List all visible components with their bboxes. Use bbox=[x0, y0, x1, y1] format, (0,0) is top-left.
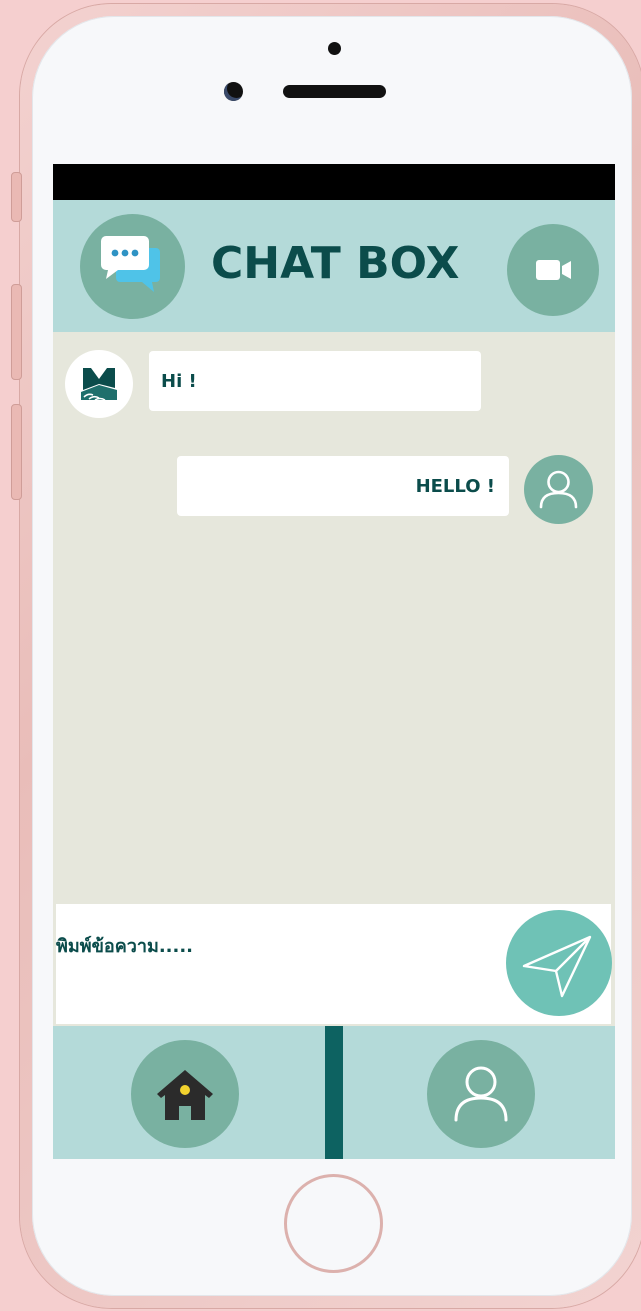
volume-down-button bbox=[11, 404, 22, 500]
volume-up-button bbox=[11, 284, 22, 380]
user-avatar bbox=[524, 455, 593, 524]
nav-profile-button[interactable] bbox=[427, 1040, 535, 1148]
outgoing-message-text: HELLO ! bbox=[415, 476, 495, 497]
home-icon bbox=[157, 1070, 213, 1120]
profile-icon bbox=[454, 1066, 508, 1122]
status-bar bbox=[53, 164, 615, 200]
app-screen: CHAT BOX Hi ! HELLO ! bbox=[53, 164, 615, 1159]
send-icon bbox=[522, 935, 592, 998]
video-call-button[interactable] bbox=[507, 224, 599, 316]
video-camera-icon bbox=[536, 260, 571, 280]
user-icon bbox=[539, 470, 578, 509]
incoming-message-text: Hi ! bbox=[161, 371, 197, 392]
chat-header: CHAT BOX bbox=[53, 200, 615, 332]
nav-divider bbox=[325, 1026, 343, 1159]
app-title: CHAT BOX bbox=[211, 238, 460, 289]
earpiece-speaker bbox=[283, 85, 386, 98]
nav-home-button[interactable] bbox=[131, 1040, 239, 1148]
chat-logo bbox=[80, 214, 185, 319]
mute-switch bbox=[11, 172, 22, 222]
bot-logo-icon bbox=[81, 368, 117, 401]
message-input[interactable] bbox=[56, 926, 496, 966]
outgoing-message-bubble: HELLO ! bbox=[177, 456, 509, 516]
send-button[interactable] bbox=[506, 910, 612, 1016]
chat-bubbles-icon bbox=[101, 236, 160, 292]
bottom-nav bbox=[53, 1026, 615, 1159]
proximity-sensor bbox=[328, 42, 341, 55]
phone-home-button[interactable] bbox=[284, 1174, 383, 1273]
bot-avatar bbox=[65, 350, 133, 418]
front-camera bbox=[224, 82, 243, 101]
incoming-message-bubble: Hi ! bbox=[149, 351, 481, 411]
